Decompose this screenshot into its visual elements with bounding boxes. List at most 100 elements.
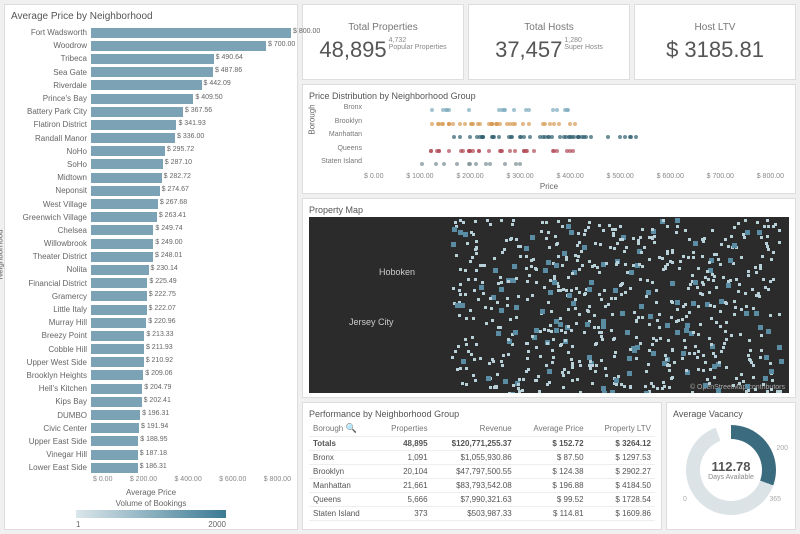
map-point[interactable] (574, 307, 577, 310)
map-point[interactable] (687, 256, 690, 259)
table-row[interactable]: Brooklyn20,104$47,797,500.55$ 124.38$ 29… (309, 465, 655, 479)
map-point[interactable] (715, 286, 718, 289)
map-point[interactable] (612, 234, 615, 237)
map-point[interactable] (728, 258, 733, 263)
scatter-dot[interactable] (511, 122, 515, 126)
map-point[interactable] (697, 305, 700, 308)
map-point[interactable] (526, 357, 529, 360)
map-point[interactable] (665, 323, 670, 328)
scatter-dot[interactable] (505, 122, 509, 126)
map-point[interactable] (621, 238, 624, 241)
map-point[interactable] (460, 303, 465, 308)
map-point[interactable] (701, 281, 704, 284)
map-point[interactable] (675, 330, 680, 335)
map-point[interactable] (752, 376, 755, 379)
bar-row[interactable]: DUMBO$ 196.31 (11, 408, 291, 421)
map-point[interactable] (744, 219, 747, 222)
map-point[interactable] (656, 319, 659, 322)
map-point[interactable] (670, 281, 675, 286)
map-point[interactable] (708, 291, 711, 294)
map-point[interactable] (597, 326, 600, 329)
map-point[interactable] (603, 289, 606, 292)
scatter-dot[interactable] (555, 149, 559, 153)
col-revenue[interactable]: Revenue (432, 421, 516, 437)
map-point[interactable] (530, 235, 535, 240)
map-point[interactable] (595, 364, 598, 367)
map-point[interactable] (500, 360, 503, 363)
scatter-dot[interactable] (455, 162, 459, 166)
map-point[interactable] (650, 382, 653, 385)
map-point[interactable] (474, 379, 477, 382)
map-point[interactable] (571, 379, 574, 382)
map-point[interactable] (570, 329, 573, 332)
map-point[interactable] (496, 331, 501, 336)
map-point[interactable] (472, 374, 475, 377)
scatter-row[interactable]: Brooklyn (364, 117, 784, 130)
bar-row[interactable]: Fort Wadsworth$ 800.00 (11, 26, 291, 39)
map-point[interactable] (505, 239, 508, 242)
table-row[interactable]: Staten Island373$503,987.33$ 114.81$ 160… (309, 507, 655, 521)
scatter-dot[interactable] (571, 149, 575, 153)
map-point[interactable] (656, 387, 659, 390)
map-point[interactable] (459, 268, 462, 271)
map-point[interactable] (473, 289, 476, 292)
map-point[interactable] (719, 325, 722, 328)
map-point[interactable] (570, 358, 573, 361)
map-point[interactable] (752, 364, 755, 367)
map-point[interactable] (484, 306, 487, 309)
map-point[interactable] (589, 280, 594, 285)
bar-row[interactable]: Flatiron District$ 341.93 (11, 118, 291, 131)
map-point[interactable] (534, 328, 539, 333)
map-point[interactable] (459, 367, 462, 370)
scatter-dot[interactable] (458, 122, 462, 126)
map-point[interactable] (693, 241, 698, 246)
map-point[interactable] (526, 298, 529, 301)
map-point[interactable] (655, 301, 658, 304)
map-point[interactable] (732, 384, 735, 387)
scatter-dot[interactable] (442, 162, 446, 166)
map-point[interactable] (502, 354, 505, 357)
map-point[interactable] (727, 245, 730, 248)
map-point[interactable] (745, 390, 748, 393)
map-point[interactable] (517, 295, 520, 298)
scatter-dot[interactable] (527, 108, 531, 112)
map-point[interactable] (559, 317, 562, 320)
map-point[interactable] (754, 311, 759, 316)
map-point[interactable] (691, 274, 694, 277)
map-point[interactable] (598, 271, 601, 274)
bar-row[interactable]: Upper West Side$ 210.92 (11, 356, 291, 369)
bar-row[interactable]: Neponsit$ 274.67 (11, 184, 291, 197)
map-point[interactable] (525, 255, 528, 258)
scatter-dot[interactable] (513, 149, 517, 153)
map-point[interactable] (646, 279, 649, 282)
map-point[interactable] (737, 222, 740, 225)
map-point[interactable] (525, 342, 528, 345)
map-point[interactable] (694, 345, 697, 348)
map-point[interactable] (475, 343, 478, 346)
map-point[interactable] (561, 225, 564, 228)
map-point[interactable] (684, 346, 687, 349)
map-point[interactable] (546, 260, 551, 265)
map-point[interactable] (745, 230, 750, 235)
map-point[interactable] (479, 357, 482, 360)
map-point[interactable] (754, 388, 757, 391)
map-point[interactable] (527, 350, 530, 353)
map-point[interactable] (651, 351, 656, 356)
scatter-dot[interactable] (463, 122, 467, 126)
scatter-dot[interactable] (580, 135, 584, 139)
scatter-row[interactable]: Staten Island (364, 157, 784, 170)
map-point[interactable] (585, 322, 590, 327)
map-point[interactable] (734, 306, 737, 309)
scatter-dot[interactable] (447, 122, 451, 126)
map-point[interactable] (699, 292, 702, 295)
map-point[interactable] (687, 287, 690, 290)
map-point[interactable] (613, 247, 616, 250)
map-point[interactable] (629, 386, 632, 389)
search-icon[interactable]: 🔍 (345, 423, 356, 433)
map-point[interactable] (722, 276, 725, 279)
map-point[interactable] (742, 380, 745, 383)
map-point[interactable] (579, 364, 582, 367)
map-point[interactable] (738, 283, 741, 286)
map-point[interactable] (685, 315, 688, 318)
map-point[interactable] (616, 261, 619, 264)
